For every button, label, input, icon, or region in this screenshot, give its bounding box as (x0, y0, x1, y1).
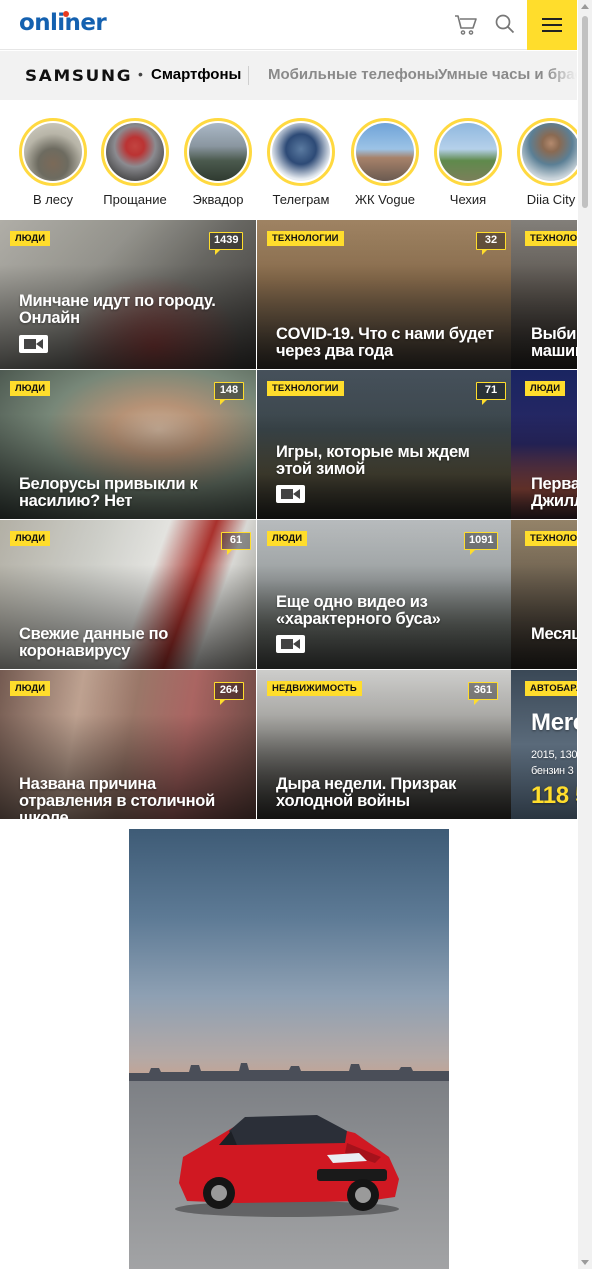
samsung-category-bar: SAMSUNG • Смартфоны Мобильные телефоны У… (0, 51, 577, 100)
hamburger-icon (542, 18, 562, 20)
news-tile[interactable]: Люди 1091 Еще одно видео из «характерног… (257, 520, 513, 669)
news-tile[interactable]: Технологии Месяц бесит (511, 520, 577, 669)
video-camera-icon (276, 485, 305, 503)
news-title: Первая Джилл (531, 475, 577, 510)
scroll-down-arrow-icon[interactable] (581, 1260, 589, 1265)
news-tile[interactable]: Технологии 71 Игры, которые мы ждем этой… (257, 370, 513, 519)
story-item[interactable]: Телеграм (266, 118, 336, 207)
search-icon[interactable] (494, 13, 516, 35)
news-title: Merc (531, 709, 577, 736)
story-item[interactable]: В лесу (18, 118, 88, 207)
news-tile[interactable]: Люди 61 Свежие данные по коронавирусу (0, 520, 256, 669)
news-title: Дыра недели. Призрак холодной войны (276, 775, 457, 810)
news-title: Выбир машин (531, 325, 577, 360)
story-item[interactable]: Прощание (100, 118, 170, 207)
category-divider (248, 66, 249, 85)
onliner-logo[interactable]: onliner (19, 10, 107, 36)
red-car-image (175, 1115, 399, 1217)
category-tag: Люди (525, 381, 566, 396)
news-title: Минчане идут по городу. Онлайн (19, 292, 216, 327)
news-title: Названа причина отравления в столичной ш… (19, 775, 215, 820)
listing-price: 118 5 (531, 782, 577, 809)
logo-dot (63, 11, 69, 17)
news-title: Игры, которые мы ждем этой зимой (276, 443, 470, 478)
news-tile[interactable]: Технологии 32 COVID-19. Что с нами будет… (257, 220, 513, 369)
news-tile[interactable]: Недвижимость 361 Дыра недели. Призрак хо… (257, 670, 513, 819)
news-title: Свежие данные по коронавирусу (19, 625, 169, 660)
listing-fuel: бензин 3 (531, 765, 574, 777)
scroll-up-arrow-icon[interactable] (581, 4, 589, 9)
scrollbar-thumb[interactable] (582, 16, 588, 208)
category-tag: Технологии (267, 381, 344, 396)
story-item[interactable]: Эквадор (183, 118, 253, 207)
comment-count-badge: 264 (214, 682, 244, 705)
page-scrollbar[interactable] (578, 0, 592, 1269)
city-skyline (129, 1063, 449, 1081)
category-smartphones[interactable]: Смартфоны (151, 66, 241, 83)
video-camera-icon (19, 335, 48, 353)
news-tile[interactable]: Автобарахолка Merc 2015, 130 бензин 3 11… (511, 670, 577, 819)
comment-count-badge: 148 (214, 382, 244, 405)
news-tile[interactable]: Люди Первая Джилл (511, 370, 577, 519)
category-tag: Люди (10, 231, 51, 246)
samsung-logo[interactable]: SAMSUNG (25, 66, 132, 85)
news-title: Белорусы привыкли к насилию? Нет (19, 475, 198, 510)
category-tag: Люди (10, 381, 51, 396)
news-tile[interactable]: Люди 148 Белорусы привыкли к насилию? Не… (0, 370, 256, 519)
news-title: COVID-19. Что с нами будет через два год… (276, 325, 494, 360)
category-mobile-phones[interactable]: Мобильные телефоны (268, 66, 439, 83)
story-item[interactable]: Чехия (433, 118, 503, 207)
category-tag: Автобарахолка (525, 681, 577, 696)
news-tile[interactable]: Технологии Выбир машин (511, 220, 577, 369)
advertisement-banner[interactable] (129, 829, 449, 1269)
video-camera-icon (276, 635, 305, 653)
comment-count-badge: 32 (476, 232, 506, 255)
listing-details: 2015, 130 (531, 749, 577, 761)
menu-button[interactable] (527, 0, 577, 50)
comment-count-badge: 1091 (464, 532, 499, 555)
stories-carousel: В лесу Прощание Эквадор Телеграм ЖК Vogu… (0, 100, 577, 220)
news-title: Месяц бесит (531, 625, 577, 643)
category-tag: Люди (267, 531, 308, 546)
news-grid: Люди 1439 Минчане идут по городу. Онлайн… (0, 220, 577, 819)
category-tag: Люди (10, 681, 51, 696)
story-item[interactable]: ЖК Vogue (350, 118, 420, 207)
comment-count-badge: 361 (468, 682, 498, 705)
category-tag: Недвижимость (267, 681, 362, 696)
comment-count-badge: 1439 (209, 232, 244, 255)
news-tile[interactable]: Люди 264 Названа причина отравления в ст… (0, 670, 256, 819)
cart-icon[interactable] (454, 14, 478, 36)
site-header: onliner (0, 0, 577, 50)
category-tag: Технологии (525, 231, 577, 246)
story-item[interactable]: Diia City (516, 118, 577, 207)
comment-count-badge: 61 (221, 532, 251, 555)
brand-separator: • (138, 66, 143, 82)
category-tag: Люди (10, 531, 51, 546)
news-title: Еще одно видео из «характерного буса» (276, 593, 441, 628)
category-tag: Технологии (525, 531, 577, 546)
comment-count-badge: 71 (476, 382, 506, 405)
news-tile[interactable]: Люди 1439 Минчане идут по городу. Онлайн (0, 220, 256, 369)
category-tag: Технологии (267, 231, 344, 246)
